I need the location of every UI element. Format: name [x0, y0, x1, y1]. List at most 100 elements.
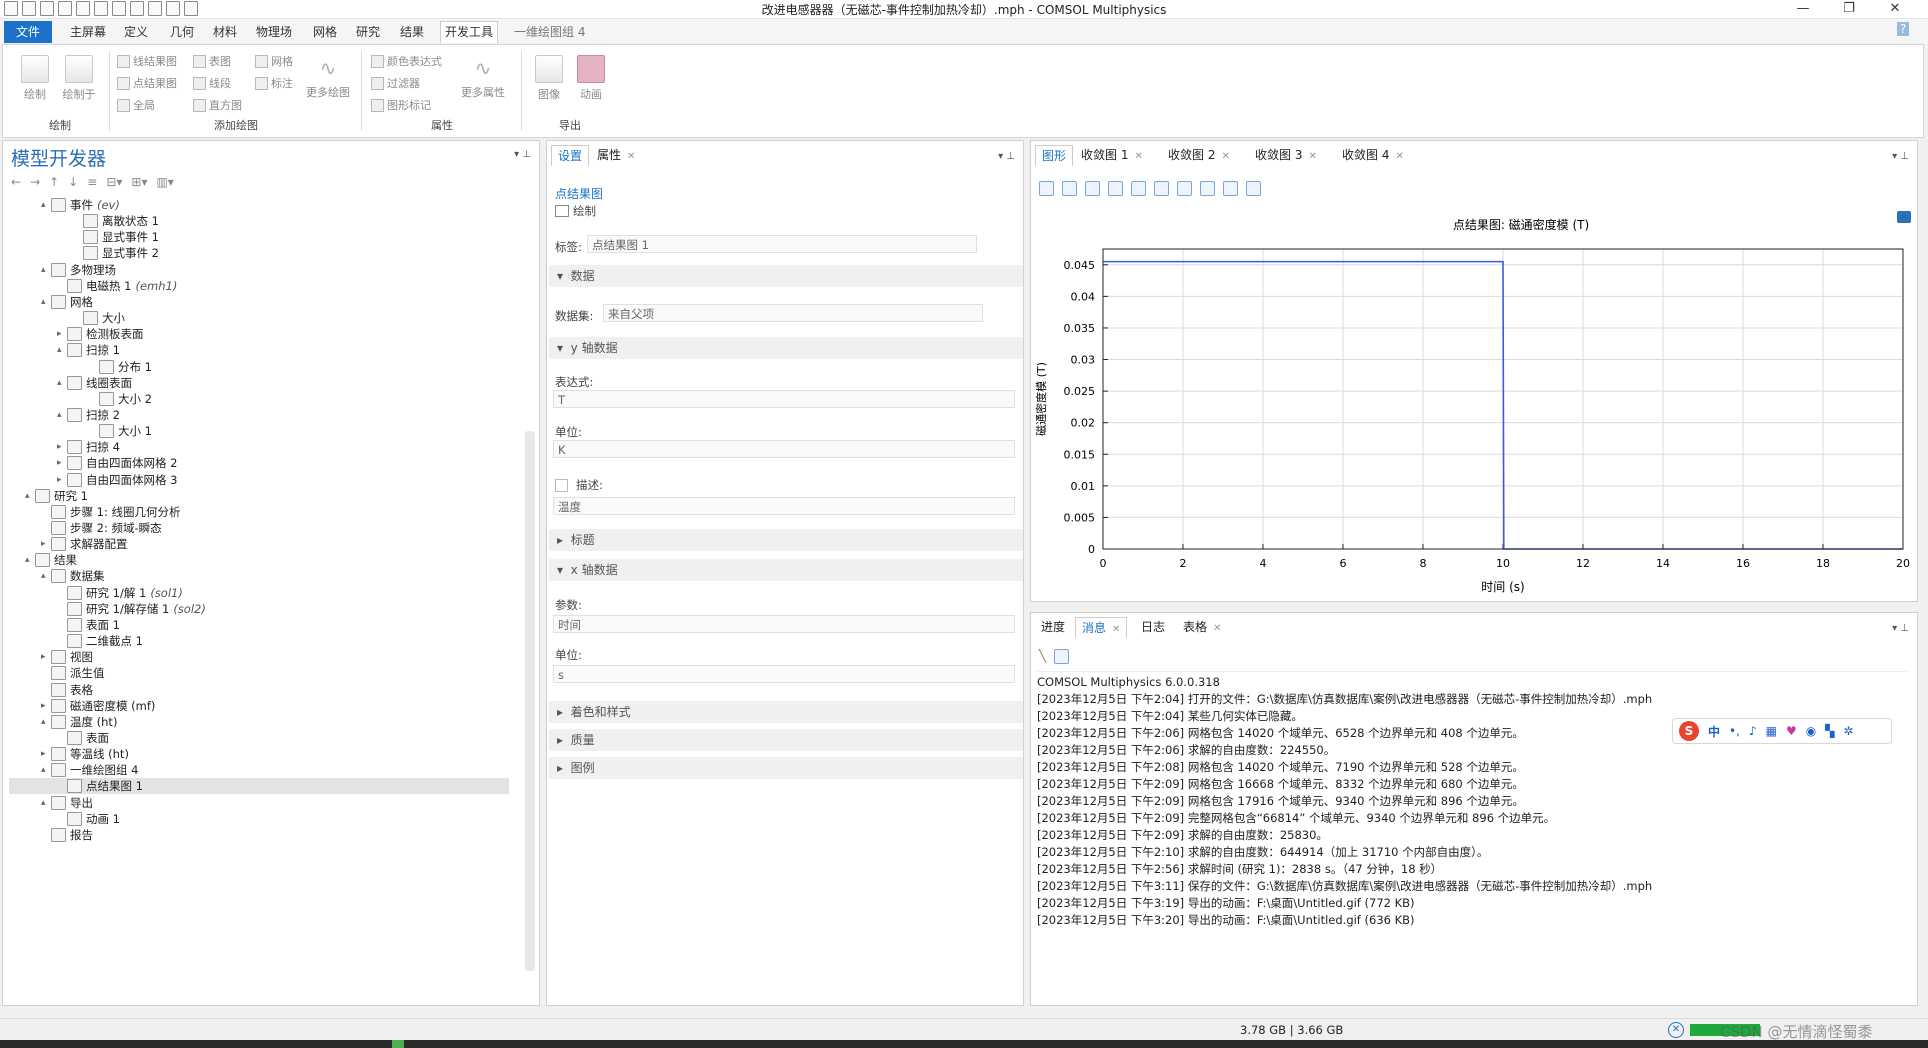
tree-node[interactable]: 大小 — [9, 310, 509, 326]
expand-toggle-icon[interactable]: ▴ — [41, 262, 51, 278]
keyboard-icon[interactable]: ▦ — [1766, 724, 1777, 738]
expand-toggle-icon[interactable]: ▸ — [57, 439, 67, 455]
minimize-button[interactable]: — — [1783, 0, 1823, 18]
tree-node[interactable]: 表面 1 — [9, 617, 509, 633]
section-y-data[interactable]: ▾ y 轴数据 — [549, 337, 1023, 359]
tree-node[interactable]: ▴ 多物理场 — [9, 262, 509, 278]
tree-node[interactable]: 大小 1 — [9, 423, 509, 439]
tab-properties[interactable]: 属性 ✕ — [591, 145, 641, 165]
tree-node[interactable]: 点结果图 1 — [9, 778, 509, 795]
tree-node[interactable]: ▸ 自由四面体网格 3 — [9, 472, 509, 488]
expand-toggle-icon[interactable]: ▸ — [41, 649, 51, 665]
expand-toggle-icon[interactable]: ▴ — [41, 762, 51, 778]
line-segment-button[interactable]: 线段 — [193, 75, 231, 91]
grid-icon[interactable] — [1131, 181, 1146, 196]
expand-toggle-icon[interactable]: ▸ — [57, 326, 67, 342]
help-button[interactable]: ? — [1897, 22, 1909, 36]
expand-toggle-icon[interactable]: ▴ — [57, 375, 67, 391]
tab-geometry[interactable]: 几何 — [166, 23, 198, 41]
tree-node[interactable]: 动画 1 — [9, 811, 509, 827]
apps-icon[interactable]: ▚ — [1825, 724, 1834, 738]
section-data[interactable]: ▾ 数据 — [549, 265, 1023, 287]
collapse-icon[interactable]: ⊟▾ — [106, 175, 122, 189]
tab-settings[interactable]: 设置 — [551, 145, 590, 166]
tab-convergence-1[interactable]: 收敛图 1 ✕ — [1075, 145, 1149, 165]
x-unit-select[interactable]: s — [553, 665, 1015, 683]
more-properties-button[interactable]: ∿ 更多属性 — [455, 55, 511, 100]
tree-node[interactable]: ▸ 自由四面体网格 2 — [9, 455, 509, 471]
expand-toggle-icon[interactable]: ▴ — [57, 407, 67, 423]
expand-toggle-icon[interactable]: ▴ — [41, 795, 51, 811]
section-quality[interactable]: ▸ 质量 — [549, 729, 1023, 751]
filter-button[interactable]: 过滤器 — [371, 75, 420, 91]
plot-button[interactable]: 绘制 — [15, 55, 55, 102]
close-icon[interactable]: ✕ — [627, 151, 635, 162]
plot-in-button[interactable]: 绘制于 — [57, 55, 101, 102]
tree-node[interactable]: ▸ 等温线 (ht) — [9, 746, 509, 762]
expand-toggle-icon[interactable]: ▸ — [41, 746, 51, 762]
cancel-icon[interactable]: ✕ — [1668, 1022, 1684, 1038]
expand-toggle-icon[interactable]: ▴ — [41, 197, 51, 213]
reset-icon[interactable] — [1200, 181, 1215, 196]
close-icon[interactable]: ✕ — [1134, 151, 1142, 162]
tree-node[interactable]: 步骤 1: 线圈几何分析 — [9, 504, 509, 520]
tab-physics[interactable]: 物理场 — [252, 23, 296, 41]
tree-node[interactable]: 步骤 2: 频域-瞬态 — [9, 520, 509, 536]
tree-node[interactable]: ▴ 一维绘图组 4 — [9, 762, 509, 778]
close-icon[interactable]: ✕ — [1112, 624, 1120, 635]
point-graph-button[interactable]: 点结果图 — [117, 75, 177, 91]
expand-toggle-icon[interactable]: ▴ — [41, 294, 51, 310]
tab-definitions[interactable]: 定义 — [120, 23, 152, 41]
tab-graphics[interactable]: 图形 — [1035, 145, 1074, 166]
section-coloring[interactable]: ▸ 着色和样式 — [549, 701, 1023, 723]
tab-file[interactable]: 文件 — [4, 21, 53, 43]
tree-node[interactable]: 电磁热 1 (emh1) — [9, 278, 509, 294]
expand-toggle-icon[interactable]: ▸ — [41, 698, 51, 714]
tree-node[interactable]: ▴ 扫掠 2 — [9, 407, 509, 423]
panel-menu-icon[interactable]: ▾ ⊥ — [1892, 151, 1909, 162]
mesh-plot-button[interactable]: 网格 — [255, 53, 293, 69]
expand-toggle-icon[interactable]: ▴ — [41, 568, 51, 584]
close-icon[interactable]: ✕ — [1221, 151, 1229, 162]
tree-node[interactable]: ▴ 结果 — [9, 552, 509, 568]
expression-field[interactable]: T — [553, 390, 1015, 408]
tree-node[interactable]: ▴ 扫掠 1 — [9, 342, 509, 358]
tree-node[interactable]: 研究 1/解 1 (sol1) — [9, 585, 509, 601]
close-icon[interactable]: ✕ — [1213, 623, 1221, 634]
tree-node[interactable]: 二维截点 1 — [9, 633, 509, 649]
panel-menu-icon[interactable]: ▾ ⊥ — [1892, 623, 1909, 634]
clear-icon[interactable]: ╲ — [1039, 649, 1046, 664]
plot-inline-button[interactable]: 绘制 — [555, 203, 596, 219]
image-export-button[interactable]: 图像 — [529, 55, 569, 102]
tab-messages[interactable]: 消息 ✕ — [1075, 617, 1128, 638]
description-field[interactable]: 温度 — [553, 497, 1015, 515]
expand-toggle-icon[interactable]: ▸ — [57, 455, 67, 471]
ime-mode[interactable]: 中 — [1708, 723, 1720, 740]
section-title[interactable]: ▸ 标题 — [549, 529, 1023, 551]
back-arrow-icon[interactable]: ← — [11, 175, 21, 189]
tab-table[interactable]: 表格 ✕ — [1177, 617, 1227, 637]
microphone-icon[interactable]: ♪ — [1749, 724, 1757, 738]
skin-icon[interactable]: ♥ — [1786, 724, 1797, 738]
histogram-button[interactable]: 直方图 — [193, 97, 242, 113]
color-expression-button[interactable]: 颜色表达式 — [371, 53, 442, 69]
expand-toggle-icon[interactable]: ▸ — [41, 536, 51, 552]
section-legend[interactable]: ▸ 图例 — [549, 757, 1023, 779]
annotation-button[interactable]: 标注 — [255, 75, 293, 91]
tab-results[interactable]: 结果 — [396, 23, 428, 41]
tree-node[interactable]: ▴ 温度 (ht) — [9, 714, 509, 730]
tab-developer[interactable]: 开发工具 — [440, 21, 499, 43]
panel-menu-icon[interactable]: ▾ ⊥ — [514, 149, 531, 160]
expand-toggle-icon[interactable]: ▸ — [57, 472, 67, 488]
tree-node[interactable]: ▴ 研究 1 — [9, 488, 509, 504]
global-button[interactable]: 全局 — [117, 97, 155, 113]
graph-marker-button[interactable]: 图形标记 — [371, 97, 431, 113]
tab-mesh[interactable]: 网格 — [309, 23, 341, 41]
tree-node[interactable]: ▸ 扫掠 4 — [9, 439, 509, 455]
tab-materials[interactable]: 材料 — [209, 23, 241, 41]
tab-study[interactable]: 研究 — [352, 23, 384, 41]
punctuation-icon[interactable]: •, — [1729, 724, 1740, 738]
print-icon[interactable] — [1246, 181, 1261, 196]
tree-view-icon[interactable]: ▥▾ — [156, 175, 173, 189]
panel-menu-icon[interactable]: ▾ ⊥ — [998, 151, 1015, 162]
